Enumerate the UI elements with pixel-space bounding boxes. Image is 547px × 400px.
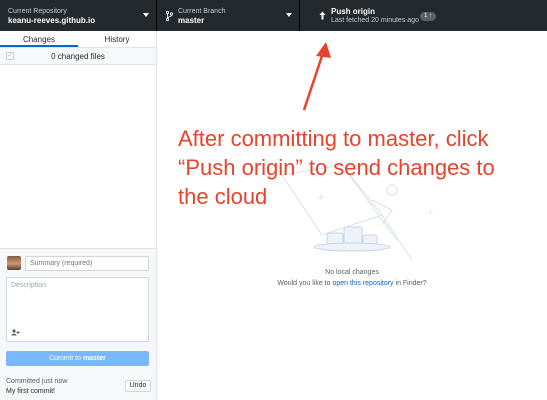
avatar bbox=[7, 256, 21, 270]
caret-down-icon bbox=[286, 13, 292, 17]
current-repository-value: keanu-reeves.github.io bbox=[8, 15, 96, 25]
current-branch-label: Current Branch bbox=[178, 7, 226, 15]
current-branch-value: master bbox=[178, 15, 205, 25]
ahead-count-badge: 1 ↑ bbox=[420, 12, 437, 21]
annotation-arrow-icon bbox=[302, 42, 331, 111]
commit-button[interactable]: Commit to master bbox=[6, 351, 149, 366]
add-coauthor-icon[interactable] bbox=[11, 329, 20, 338]
checkbox-icon[interactable]: ✓ bbox=[6, 52, 14, 60]
last-commit-time: Committed just now bbox=[6, 378, 68, 385]
description-placeholder: Description bbox=[11, 282, 47, 289]
description-field[interactable]: Description bbox=[6, 277, 149, 342]
open-prefix: Would you like to bbox=[277, 280, 333, 287]
current-repository-dropdown[interactable]: Current Repository keanu-reeves.github.i… bbox=[0, 0, 157, 31]
open-suffix: in Finder? bbox=[393, 280, 427, 287]
summary-input[interactable] bbox=[25, 256, 149, 271]
tab-history[interactable]: History bbox=[78, 31, 156, 47]
push-origin-label: Push origin bbox=[331, 6, 375, 16]
current-repository-label: Current Repository bbox=[8, 7, 67, 15]
tab-changes[interactable]: Changes bbox=[0, 31, 78, 47]
commit-panel: Description Commit to master Committed j… bbox=[0, 248, 156, 400]
push-up-arrow-icon bbox=[318, 11, 326, 21]
changed-files-count: 0 changed files bbox=[51, 52, 105, 61]
commit-button-prefix: Commit to bbox=[49, 355, 83, 362]
commit-button-branch: master bbox=[82, 355, 106, 362]
current-branch-dropdown[interactable]: Current Branch master bbox=[157, 0, 300, 31]
changed-files-header: ✓ 0 changed files bbox=[0, 48, 156, 65]
undo-button[interactable]: Undo bbox=[125, 380, 151, 392]
branch-icon bbox=[165, 10, 173, 21]
last-fetched-text: Last fetched 20 minutes ago bbox=[331, 16, 419, 24]
annotation-text: After committing to master, click “Push … bbox=[178, 126, 495, 209]
sidebar-tabs: Changes History bbox=[0, 31, 156, 48]
open-repository-link[interactable]: open this repository bbox=[332, 280, 393, 287]
sidebar: Changes History ✓ 0 changed files Descri… bbox=[0, 31, 157, 400]
last-commit-info: Committed just now My first commit! bbox=[6, 377, 67, 397]
no-local-changes-text: No local changes bbox=[325, 269, 379, 276]
caret-down-icon bbox=[143, 13, 149, 17]
toolbar: Current Repository keanu-reeves.github.i… bbox=[0, 0, 547, 31]
open-repository-prompt: Would you like to open this repository i… bbox=[157, 280, 547, 287]
last-commit-message: My first commit! bbox=[6, 388, 55, 395]
